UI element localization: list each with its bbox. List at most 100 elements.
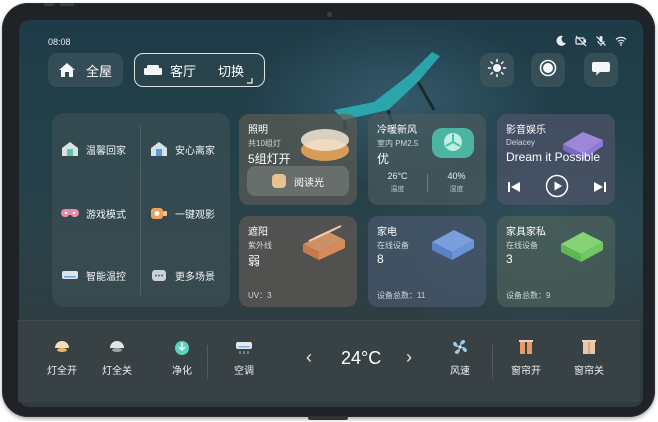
lights-off-button[interactable]: 灯全关 xyxy=(87,321,147,403)
shade-title: 遮阳 xyxy=(248,227,268,238)
lighting-value: 5组灯开 xyxy=(248,152,291,166)
ac-icon xyxy=(61,267,79,283)
scene-label: 更多场景 xyxy=(175,271,215,283)
climate-sub: 室内 PM2.5 xyxy=(377,139,419,148)
appliance-title: 家电 xyxy=(377,227,397,238)
lamp-off-icon xyxy=(108,338,126,356)
climate-card[interactable]: 冷暖新风 室内 PM2.5 优 26°C 温度 40% 湿度 xyxy=(368,114,486,205)
curtain-close-button[interactable]: 窗帘关 xyxy=(559,321,619,403)
curtain-close-icon xyxy=(580,338,598,356)
scene-item[interactable]: 智能温控 xyxy=(61,267,126,283)
appliance-art xyxy=(432,230,474,260)
furniture-sub: 在线设备 xyxy=(506,241,538,250)
fan-speed-button[interactable]: 风速 xyxy=(430,321,490,403)
room-label: 客厅 xyxy=(170,63,197,79)
scene-label: 温馨回家 xyxy=(86,145,126,157)
bar-divider xyxy=(492,345,493,379)
appliance-online-count: 8 xyxy=(377,252,384,266)
curtain-open-button[interactable]: 窗帘开 xyxy=(496,321,556,403)
humidity-value: 40% xyxy=(447,171,466,181)
scene-item[interactable]: 更多场景 xyxy=(150,267,215,283)
message-button[interactable] xyxy=(584,53,618,87)
movie-icon xyxy=(150,205,168,221)
lights-on-button[interactable]: 灯全开 xyxy=(32,321,92,403)
next-track-icon[interactable] xyxy=(593,180,607,198)
brightness-button[interactable] xyxy=(480,53,514,87)
shade-card[interactable]: 遮阳 紫外线 弱 UV：3 xyxy=(239,216,357,307)
wifi-icon xyxy=(615,34,627,46)
ac-temperature: 24°C xyxy=(341,348,382,368)
media-title: 影音娱乐 xyxy=(506,125,546,136)
bottom-control-bar: 灯全开 灯全关 净化 空调 ‹ 24°C › 风速 窗帘开 窗帘关 xyxy=(18,320,640,402)
temp-decrease-chevron[interactable]: ‹ xyxy=(306,347,312,368)
scene-label: 安心离家 xyxy=(175,145,215,157)
scene-divider xyxy=(140,125,141,295)
air-conditioner-icon xyxy=(235,338,253,356)
reading-light-label: 阅读光 xyxy=(294,177,324,189)
volume-button xyxy=(60,3,74,6)
fan-icon xyxy=(451,338,469,356)
reading-light-button[interactable]: 阅读光 xyxy=(247,166,349,196)
lighting-card[interactable]: 照明 共10组灯 5组灯开 阅读光 xyxy=(239,114,357,205)
humidity-label: 湿度 xyxy=(449,186,464,193)
sofa-icon xyxy=(143,63,163,77)
temp-increase-chevron[interactable]: › xyxy=(406,347,412,368)
status-icons xyxy=(555,34,627,47)
voice-assistant-button[interactable] xyxy=(531,53,565,87)
lights-off-label: 灯全关 xyxy=(102,366,132,377)
lighting-title: 照明 xyxy=(248,125,268,136)
home-warm-icon xyxy=(61,141,79,157)
uv-index: UV：3 xyxy=(248,291,272,300)
home-icon xyxy=(58,62,76,78)
temperature-label: 温度 xyxy=(390,186,405,193)
scene-item[interactable]: 游戏模式 xyxy=(61,205,126,221)
front-camera xyxy=(327,12,332,17)
lamp-on-icon xyxy=(53,338,71,356)
fan-art xyxy=(432,128,474,158)
whole-home-label: 全屋 xyxy=(86,63,113,79)
media-artist: Delacey xyxy=(506,138,535,147)
mic-off-icon xyxy=(595,34,607,46)
media-controls xyxy=(507,174,607,203)
scene-item[interactable]: 温馨回家 xyxy=(61,141,126,157)
bottom-port xyxy=(308,416,348,420)
camera-off-icon xyxy=(575,34,587,47)
scene-label: 一键观影 xyxy=(175,209,215,221)
climate-readings: 26°C 温度 40% 湿度 xyxy=(368,171,486,194)
temperature-value: 26°C xyxy=(387,171,408,181)
media-card[interactable]: 影音娱乐 Delacey Dream it Possible xyxy=(497,114,615,205)
fan-speed-label: 风速 xyxy=(450,366,470,377)
whole-home-button[interactable]: 全屋 xyxy=(48,53,123,87)
shade-sub: 紫外线 xyxy=(248,241,272,250)
air-quality-value: 优 xyxy=(377,152,390,166)
media-song: Dream it Possible xyxy=(506,150,601,164)
climate-title: 冷暖新风 xyxy=(377,125,417,136)
lamp-icon xyxy=(272,174,286,188)
volume-button xyxy=(44,3,54,6)
corner-arrow-icon xyxy=(247,71,253,84)
ac-label: 空调 xyxy=(234,366,254,377)
purify-button[interactable]: 净化 xyxy=(152,321,212,403)
sun-icon xyxy=(487,58,507,83)
chat-bubble-icon xyxy=(591,58,611,83)
room-switch-button[interactable]: 客厅 切换 xyxy=(134,53,265,87)
furniture-online-count: 3 xyxy=(506,252,513,266)
previous-track-icon[interactable] xyxy=(507,180,521,198)
scene-item[interactable]: 安心离家 xyxy=(150,141,215,157)
lamp-art xyxy=(301,129,349,161)
furniture-total: 设备总数：9 xyxy=(506,291,551,300)
lights-on-label: 灯全开 xyxy=(47,366,77,377)
curtain-open-label: 窗帘开 xyxy=(511,366,541,377)
scene-item[interactable]: 一键观影 xyxy=(150,205,215,221)
purifier-icon xyxy=(173,338,191,356)
play-button[interactable] xyxy=(545,174,569,203)
furniture-card[interactable]: 家具家私 在线设备 3 设备总数：9 xyxy=(497,216,615,307)
appliance-card[interactable]: 家电 在线设备 8 设备总数：11 xyxy=(368,216,486,307)
more-scenes-icon xyxy=(150,267,168,283)
scene-panel: 温馨回家 安心离家 游戏模式 一键观影 智能温控 更多场景 xyxy=(52,113,230,307)
ac-button[interactable]: 空调 xyxy=(214,321,274,403)
curtain-close-label: 窗帘关 xyxy=(574,366,604,377)
uv-level: 弱 xyxy=(248,254,261,268)
curtain-open-icon xyxy=(517,338,535,356)
gamepad-icon xyxy=(61,205,79,221)
